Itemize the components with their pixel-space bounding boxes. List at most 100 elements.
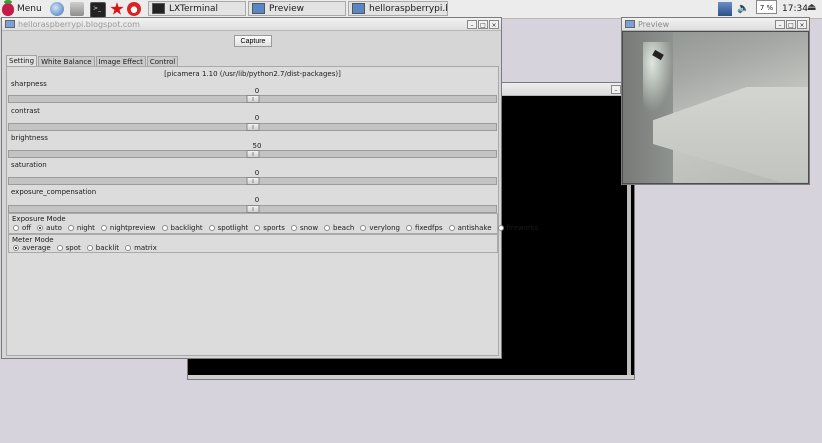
window-icon [5,20,15,28]
radio-circle[interactable] [360,225,367,231]
task-button-lxterminal[interactable]: LXTerminal [148,1,246,16]
maximize-button[interactable]: □ [786,20,796,29]
slider-value: 0 [254,196,260,204]
radio-snow[interactable]: snow [290,224,318,232]
radio-off[interactable]: off [13,224,31,232]
radio-auto[interactable]: auto [37,224,62,232]
meter-mode-group: Meter Mode average spot backlit matrix [8,234,498,253]
radio-circle[interactable] [324,225,331,231]
minimize-button[interactable]: – [775,20,785,29]
window-icon [625,20,635,28]
radio-matrix[interactable]: matrix [125,244,157,252]
radio-label: night [76,224,95,232]
radio-circle[interactable] [497,225,504,231]
sharpness-slider[interactable] [8,95,497,103]
radio-circle[interactable] [448,225,455,231]
radio-label: spot [65,244,81,252]
slider-thumb[interactable] [246,205,259,213]
radio-circle[interactable] [290,225,297,231]
radio-night[interactable]: night [67,224,95,232]
radio-circle[interactable] [208,225,215,231]
radio-fixedfps[interactable]: fixedfps [405,224,443,232]
radio-circle[interactable] [13,225,19,231]
radio-circle[interactable] [37,225,44,231]
radio-label: average [22,244,51,252]
radio-circle[interactable] [67,225,74,231]
preview-titlebar[interactable]: Preview – □ × [622,18,809,31]
radio-circle[interactable] [13,245,19,251]
window-icon [252,3,265,14]
radio-label: sports [263,224,285,232]
radio-sports[interactable]: sports [254,224,285,232]
brightness-slider[interactable] [8,150,497,158]
minimize-button[interactable]: – [467,20,477,29]
exposure-mode-options: off auto night nightpreview backlight spotlig… [13,224,545,232]
slider-value: 0 [254,169,260,177]
clock[interactable]: 17:34 [782,1,808,17]
picamera-control-window: helloraspberrypi.blogspot.com – □ × Capt… [1,17,539,359]
radio-backlit[interactable]: backlit [86,244,120,252]
radio-circle[interactable] [125,245,132,251]
radio-circle[interactable] [405,225,412,231]
radio-label: matrix [134,244,157,252]
slider-thumb[interactable] [246,177,259,185]
wolfram-icon[interactable] [127,2,141,16]
slider-label: contrast [11,107,40,115]
radio-average[interactable]: average [13,244,51,252]
task-label: helloraspberrypi.blog... [369,3,447,14]
version-label: [picamera 1.10 (/usr/lib/python2.7/dist-… [164,70,341,78]
volume-icon[interactable]: 🔈 [737,2,749,16]
exposure-mode-group: Exposure Mode off auto night nightpreview ba… [8,213,539,234]
cpu-usage-monitor: 7 % [756,0,777,14]
slider-thumb[interactable] [246,123,259,131]
radio-nightpreview[interactable]: nightpreview [100,224,156,232]
terminal-icon[interactable] [90,2,106,18]
raspberry-pi-icon [2,0,14,16]
radio-spotlight[interactable]: spotlight [208,224,248,232]
app-titlebar[interactable]: helloraspberrypi.blogspot.com – □ × [2,18,501,31]
slider-thumb[interactable] [246,150,259,158]
radio-circle[interactable] [161,225,168,231]
slider-thumb[interactable] [246,95,259,103]
radio-label: verylong [369,224,400,232]
maximize-button[interactable]: □ [478,20,488,29]
preview-window: Preview – □ × [621,17,810,185]
terminal-border [188,375,634,379]
radio-backlight[interactable]: backlight [161,224,203,232]
main-menu-button[interactable]: Menu [2,0,42,17]
close-button[interactable]: × [489,20,499,29]
task-button-helloraspberrypi[interactable]: helloraspberrypi.blog... [348,1,448,16]
slider-label: saturation [11,161,47,169]
radio-circle[interactable] [254,225,261,231]
radio-circle[interactable] [86,245,93,251]
slider-value: 50 [252,142,262,150]
slider-label: sharpness [11,80,47,88]
radio-label: fireworks [506,224,539,232]
network-icon[interactable] [718,2,732,16]
exposure-mode-title: Exposure Mode [12,215,66,223]
radio-verylong[interactable]: verylong [360,224,400,232]
browser-icon[interactable] [50,2,64,16]
task-button-preview[interactable]: Preview [248,1,346,16]
radio-spot[interactable]: spot [56,244,81,252]
eject-icon[interactable]: ⏏ [807,0,817,16]
close-button[interactable]: × [797,20,807,29]
radio-label: backlit [95,244,120,252]
saturation-slider[interactable] [8,177,497,185]
task-label: LXTerminal [169,3,219,14]
file-manager-icon[interactable] [70,2,84,16]
mathematica-icon[interactable] [110,2,124,15]
radio-label: antishake [457,224,492,232]
window-icon [352,3,365,14]
camera-preview-image [623,32,808,183]
exposure-compensation-slider[interactable] [8,205,497,213]
minimize-button[interactable]: – [611,85,621,94]
contrast-slider[interactable] [8,123,497,131]
radio-circle[interactable] [100,225,107,231]
radio-antishake[interactable]: antishake [448,224,492,232]
radio-circle[interactable] [56,245,63,251]
radio-beach[interactable]: beach [324,224,354,232]
radio-fireworks[interactable]: fireworks [497,224,539,232]
capture-button[interactable]: Capture [234,35,272,47]
radio-label: off [22,224,32,232]
